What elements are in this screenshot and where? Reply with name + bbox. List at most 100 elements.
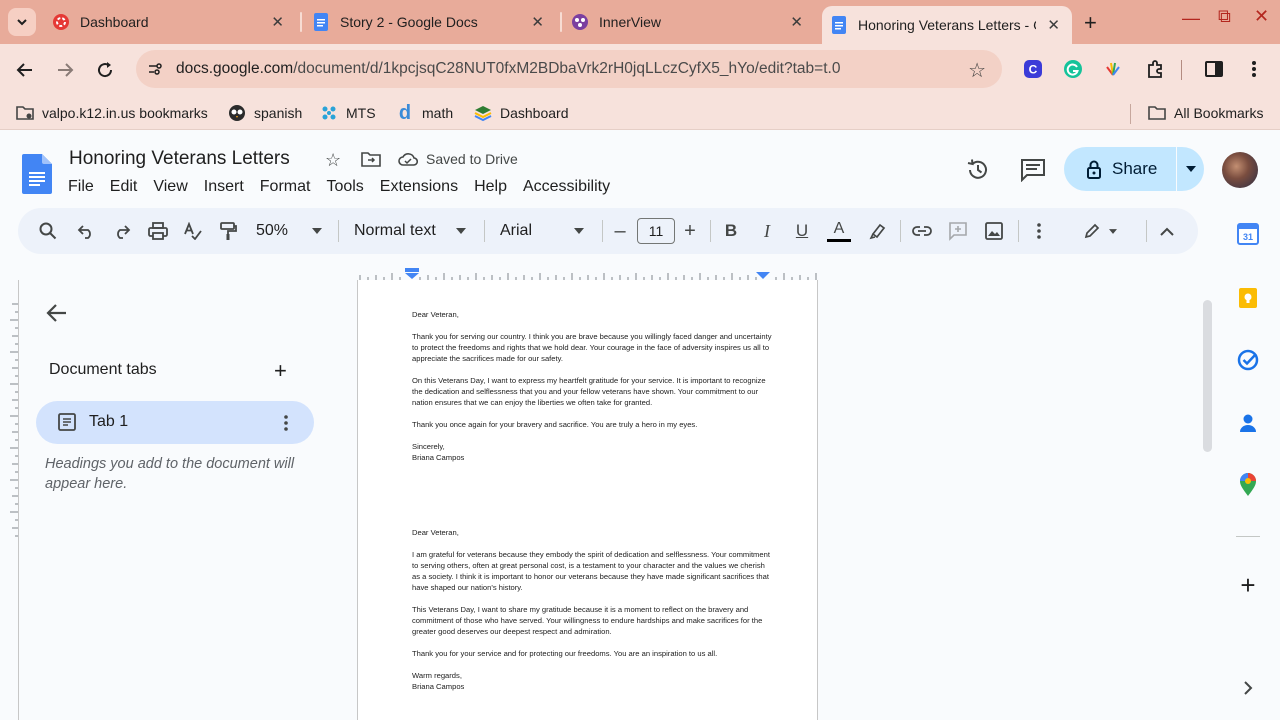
menu-extensions[interactable]: Extensions — [372, 176, 466, 198]
more-vert-icon[interactable] — [284, 415, 288, 431]
document-tab-label: Tab 1 — [89, 413, 129, 430]
reload-button[interactable] — [93, 58, 117, 82]
browser-tab-honoring-veterans[interactable]: Honoring Veterans Letters - G ✕ — [822, 6, 1072, 44]
paint-format-icon[interactable] — [217, 220, 239, 242]
contacts-icon[interactable] — [1236, 411, 1260, 435]
move-folder-icon[interactable] — [361, 150, 381, 173]
zoom-select[interactable]: 50% — [254, 220, 334, 242]
version-history-icon[interactable] — [964, 156, 992, 184]
paragraph-style-select[interactable]: Normal text — [354, 220, 468, 242]
vertical-scrollbar[interactable] — [1203, 300, 1212, 452]
maximize-window-icon[interactable]: ⧉ — [1218, 6, 1231, 27]
highlight-color-icon[interactable] — [868, 220, 888, 242]
menu-tools[interactable]: Tools — [318, 176, 371, 198]
menu-edit[interactable]: Edit — [102, 176, 146, 198]
print-icon[interactable] — [147, 220, 169, 242]
menu-help[interactable]: Help — [466, 176, 515, 198]
document-page[interactable]: Dear Veteran, Thank you for serving our … — [357, 280, 818, 720]
more-options-icon[interactable] — [1030, 220, 1048, 242]
spellcheck-icon[interactable] — [182, 220, 204, 242]
menu-accessibility[interactable]: Accessibility — [515, 176, 618, 198]
close-window-icon[interactable]: ✕ — [1254, 6, 1269, 27]
account-avatar[interactable] — [1222, 152, 1258, 188]
close-tab-icon[interactable]: ✕ — [271, 13, 284, 31]
browser-tab-dashboard[interactable]: Dashboard ✕ — [52, 6, 296, 38]
menu-view[interactable]: View — [145, 176, 195, 198]
side-panel-icon[interactable] — [1203, 58, 1225, 80]
toolbar-divider — [1146, 220, 1147, 242]
get-add-ons-button[interactable]: + — [1236, 570, 1260, 600]
italic-button[interactable]: I — [758, 220, 776, 242]
bookmark-star-icon[interactable]: ☆ — [968, 58, 986, 83]
close-tab-icon[interactable]: ✕ — [531, 13, 544, 31]
forward-button[interactable] — [53, 58, 77, 82]
share-dropdown-button[interactable] — [1177, 147, 1204, 191]
menu-file[interactable]: File — [60, 176, 102, 198]
address-bar[interactable]: docs.google.com/document/d/1kpcjsqC28NUT… — [136, 50, 1002, 88]
calendar-icon[interactable]: 31 — [1236, 222, 1260, 246]
close-tab-icon[interactable]: ✕ — [790, 13, 803, 31]
bookmark-label: MTS — [346, 105, 376, 121]
docs-favicon-icon — [830, 16, 848, 34]
grammarly-icon[interactable] — [1062, 58, 1084, 80]
new-tab-button[interactable]: + — [1084, 10, 1097, 36]
saved-status[interactable]: Saved to Drive — [398, 151, 518, 167]
vertical-ruler[interactable] — [6, 300, 18, 540]
star-icon[interactable]: ☆ — [325, 150, 341, 171]
pencil-icon — [1084, 223, 1100, 239]
tab-search-button[interactable] — [8, 8, 36, 36]
editing-mode-select[interactable] — [1080, 220, 1120, 242]
tasks-icon[interactable] — [1236, 348, 1260, 372]
insert-image-icon[interactable] — [983, 220, 1005, 242]
keep-icon[interactable] — [1236, 286, 1260, 310]
close-tab-icon[interactable]: ✕ — [1047, 16, 1060, 34]
document-tab-item[interactable]: Tab 1 — [36, 401, 314, 444]
browser-tab-innerview[interactable]: InnerView ✕ — [571, 6, 815, 38]
google-docs-logo-icon[interactable] — [22, 154, 52, 194]
bookmark-spanish[interactable]: spanish — [228, 104, 302, 122]
arrow-left-icon[interactable] — [46, 302, 68, 324]
search-menus-icon[interactable] — [38, 220, 58, 242]
add-tab-button[interactable]: + — [274, 358, 287, 384]
maps-icon[interactable] — [1236, 473, 1260, 497]
document-title[interactable]: Honoring Veterans Letters — [69, 148, 290, 170]
bookmark-math[interactable]: d math — [396, 101, 453, 124]
chevron-right-icon[interactable] — [1236, 676, 1260, 700]
extension-multicolor-icon[interactable] — [1102, 58, 1124, 80]
bold-button[interactable]: B — [722, 220, 740, 242]
increase-font-size-button[interactable]: + — [682, 220, 698, 242]
decrease-font-size-button[interactable]: – — [612, 220, 628, 242]
underline-button[interactable]: U — [793, 220, 811, 242]
site-info-icon[interactable] — [144, 58, 166, 80]
horizontal-ruler[interactable] — [358, 268, 818, 280]
hide-menus-icon[interactable] — [1157, 220, 1177, 242]
menu-insert[interactable]: Insert — [196, 176, 252, 198]
undo-icon[interactable] — [76, 220, 96, 242]
share-button[interactable]: Share — [1064, 147, 1176, 191]
svg-text:C: C — [1029, 63, 1038, 77]
extensions-puzzle-icon[interactable] — [1144, 58, 1166, 80]
bookmark-dashboard[interactable]: Dashboard — [474, 104, 569, 122]
bookmark-valpo[interactable]: valpo.k12.in.us bookmarks — [16, 104, 208, 122]
add-comment-icon[interactable] — [947, 220, 969, 242]
math-d-icon: d — [398, 101, 412, 124]
comments-icon[interactable] — [1019, 156, 1047, 184]
all-bookmarks-button[interactable]: All Bookmarks — [1148, 104, 1263, 122]
font-family-select[interactable]: Arial — [500, 220, 586, 242]
back-button[interactable] — [13, 58, 37, 82]
browser-tab-story-2[interactable]: Story 2 - Google Docs ✕ — [312, 6, 556, 38]
bookmark-label: Dashboard — [500, 105, 569, 121]
svg-text:31: 31 — [1243, 232, 1253, 242]
browser-menu-icon[interactable] — [1243, 58, 1265, 80]
bookmark-mts[interactable]: MTS — [320, 104, 376, 122]
folder-settings-icon — [16, 104, 34, 122]
headings-hint: Headings you add to the document will ap… — [45, 456, 295, 492]
extension-c-icon[interactable]: C — [1022, 58, 1044, 80]
font-size-input[interactable]: 11 — [637, 218, 675, 244]
minimize-window-icon[interactable]: — — [1182, 8, 1200, 29]
menu-format[interactable]: Format — [252, 176, 319, 198]
side-apps-panel: 31 + — [1226, 208, 1270, 720]
text-color-button[interactable]: A — [826, 220, 852, 242]
redo-icon[interactable] — [112, 220, 132, 242]
insert-link-icon[interactable] — [911, 220, 933, 242]
